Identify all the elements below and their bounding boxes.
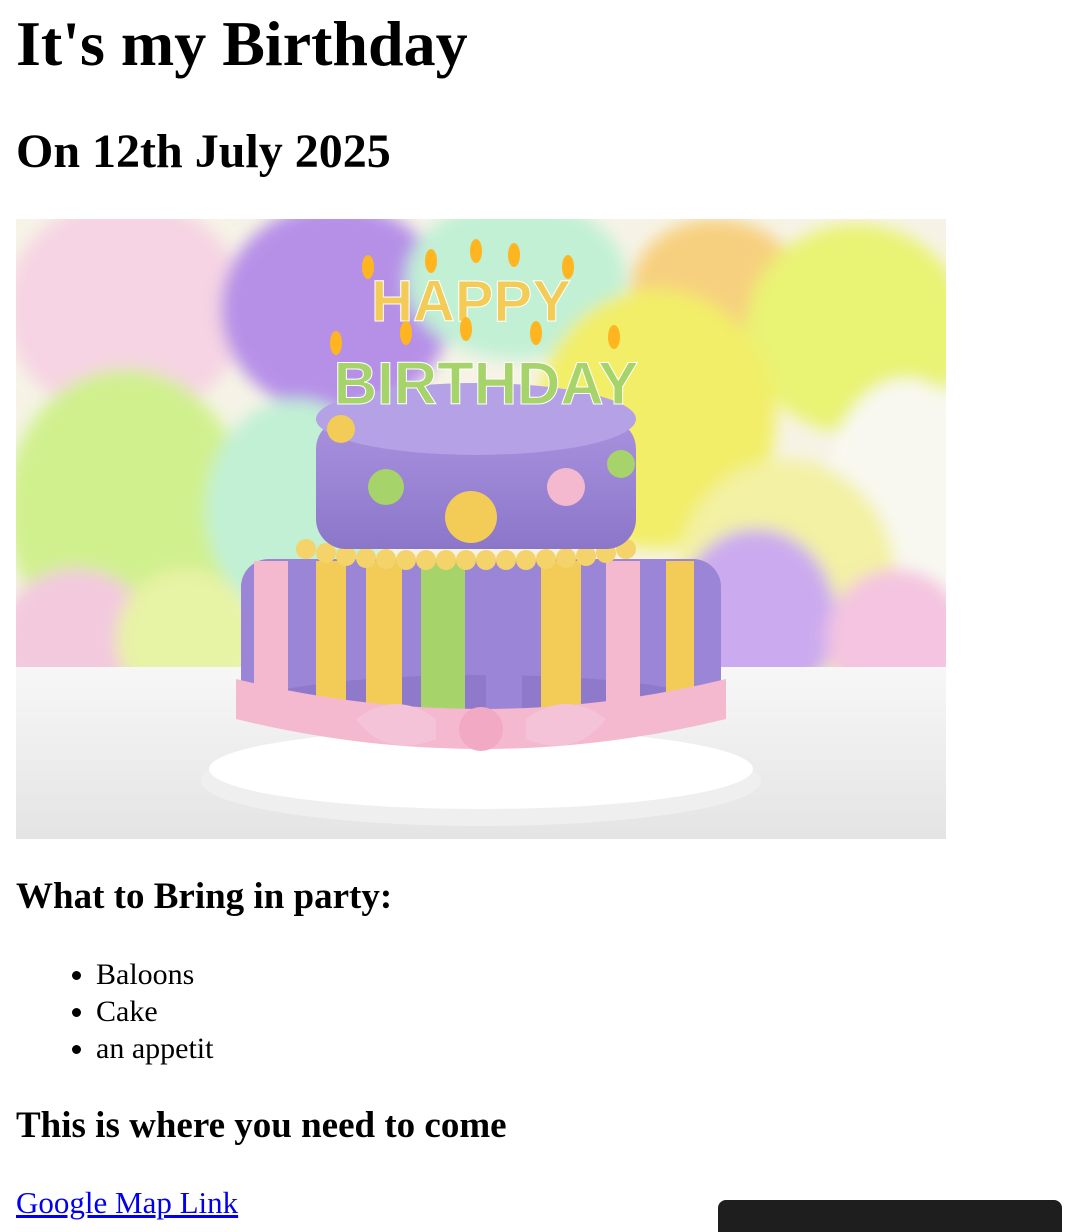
list-item: an appetit [96, 1030, 213, 1067]
toast-notification [718, 1200, 1062, 1232]
birthday-cake-image: HAPPY BIRTHDAY [16, 219, 946, 839]
list-item: Baloons [96, 956, 213, 993]
google-map-link[interactable]: Google Map Link [16, 1183, 238, 1223]
location-heading: This is where you need to come [16, 1105, 507, 1146]
bring-list: Baloons Cake an appetit [16, 956, 213, 1067]
list-item: Cake [96, 993, 213, 1030]
cake-text-birthday: BIRTHDAY [334, 350, 638, 417]
page-title: It's my Birthday [16, 8, 468, 79]
date-heading: On 12th July 2025 [16, 125, 391, 178]
bring-heading: What to Bring in party: [16, 876, 393, 917]
